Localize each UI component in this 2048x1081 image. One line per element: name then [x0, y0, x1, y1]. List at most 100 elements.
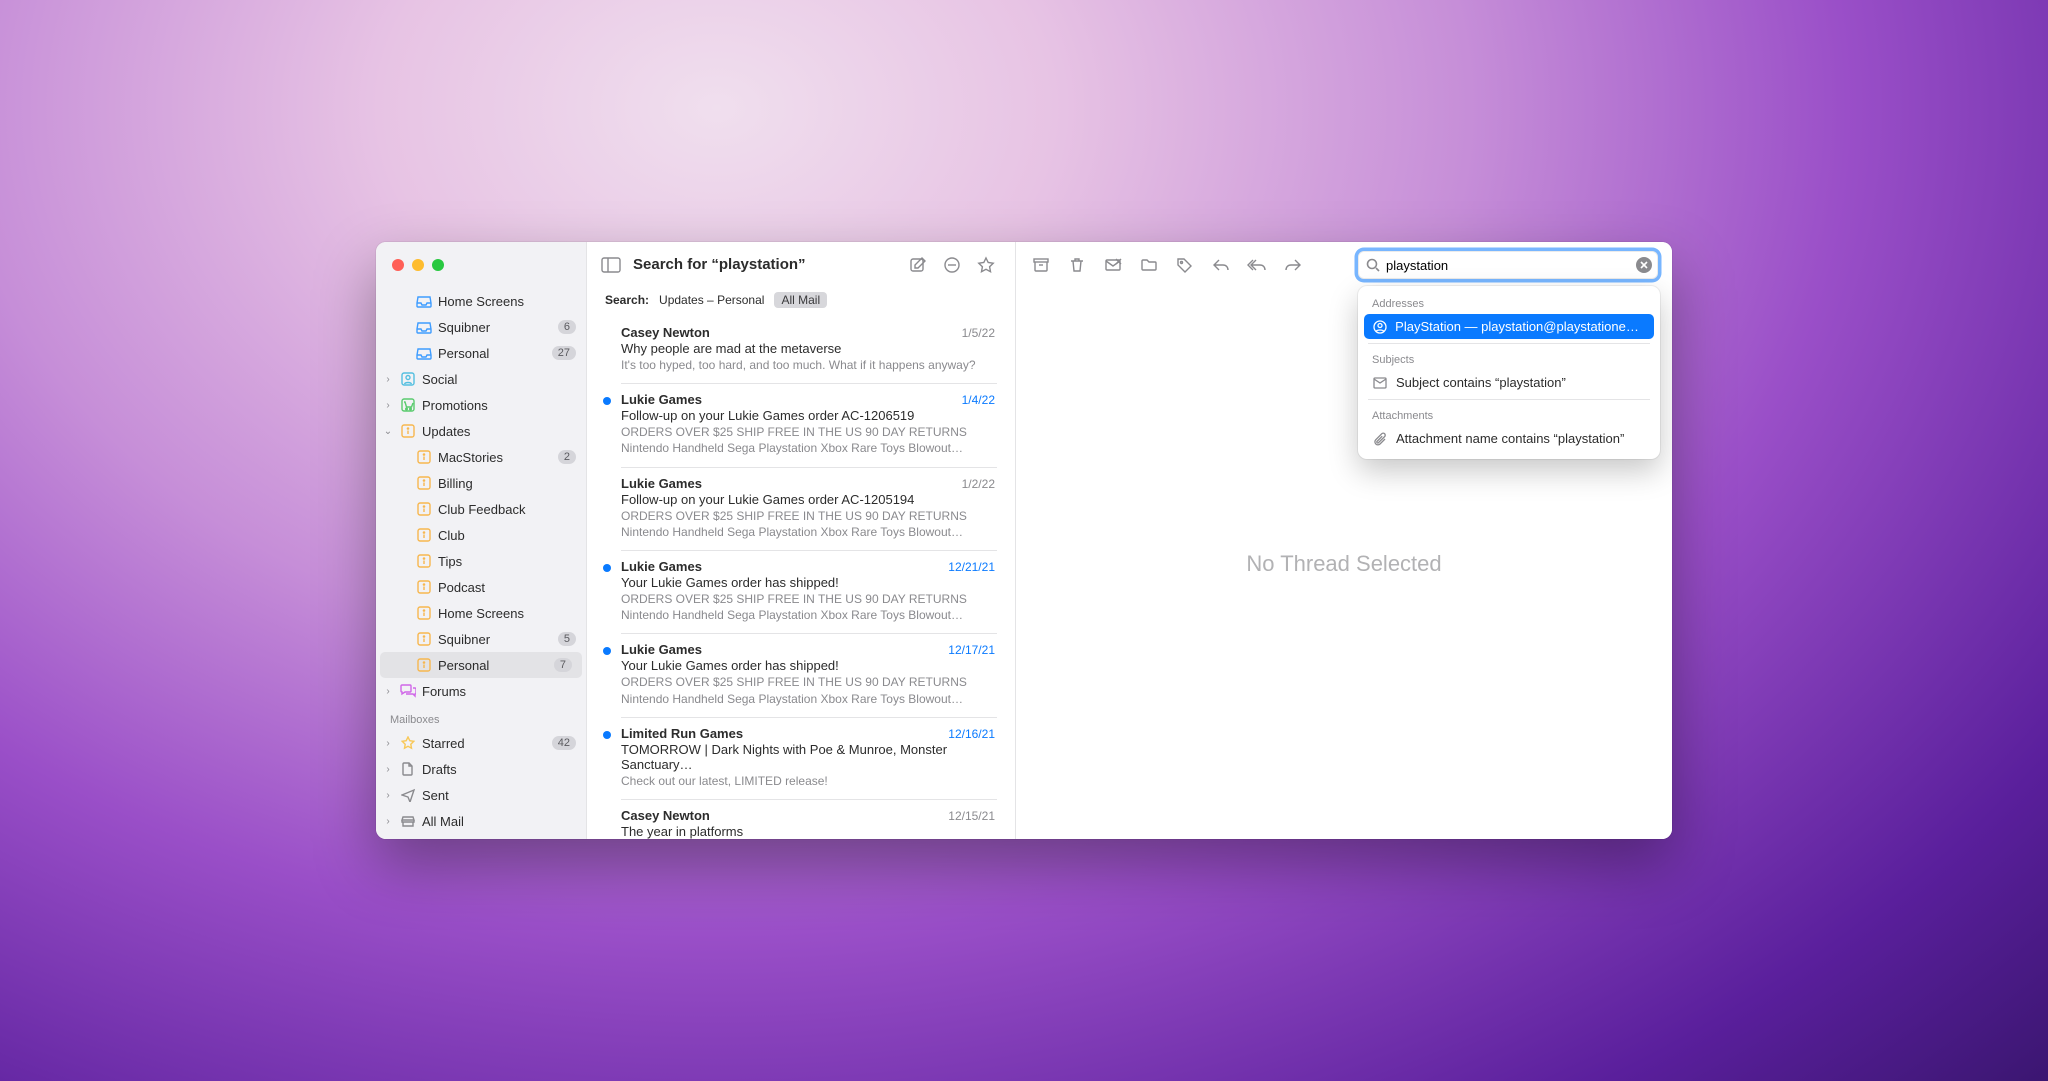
- folder-icon: [400, 787, 416, 803]
- compose-button[interactable]: [907, 254, 929, 276]
- message-subject: TOMORROW | Dark Nights with Poe & Munroe…: [621, 742, 995, 772]
- message-row[interactable]: Lukie Games12/21/21Your Lukie Games orde…: [587, 550, 1015, 633]
- minimize-window-button[interactable]: [412, 259, 424, 271]
- sidebar-item-updates-personal[interactable]: Personal7: [380, 652, 582, 678]
- sidebar-item-squibner[interactable]: Squibner6: [376, 314, 586, 340]
- message-row[interactable]: Lukie Games1/4/22Follow-up on your Lukie…: [587, 383, 1015, 466]
- sidebar-item-label: Personal: [438, 658, 548, 673]
- sidebar-item-updates[interactable]: ⌄Updates: [376, 418, 586, 444]
- sidebar-item-promotions[interactable]: ›Promotions: [376, 392, 586, 418]
- message-preview: ORDERS OVER $25 SHIP FREE IN THE US 90 D…: [621, 508, 995, 540]
- list-header: Search for “playstation”: [587, 242, 1015, 288]
- message-sender: Casey Newton: [621, 325, 962, 340]
- search-input[interactable]: [1358, 251, 1658, 279]
- zoom-window-button[interactable]: [432, 259, 444, 271]
- folder-icon: [416, 657, 432, 673]
- message-list-pane: Search for “playstation” Search: Updates…: [586, 242, 1016, 839]
- sidebar-item-forums[interactable]: ›Forums: [376, 678, 586, 704]
- sidebar-item-drafts[interactable]: ›Drafts: [376, 756, 586, 782]
- message-row[interactable]: Lukie Games12/17/21Your Lukie Games orde…: [587, 633, 1015, 716]
- scope-updates-personal[interactable]: Updates – Personal: [659, 293, 764, 307]
- reply-button[interactable]: [1210, 254, 1232, 276]
- message-row[interactable]: Lukie Games1/2/22Follow-up on your Lukie…: [587, 467, 1015, 550]
- sidebar-item-sent[interactable]: ›Sent: [376, 782, 586, 808]
- forward-button[interactable]: [1282, 254, 1304, 276]
- sidebar-item-label: Home Screens: [438, 606, 576, 621]
- sidebar-item-label: Club: [438, 528, 576, 543]
- message-date: 1/4/22: [962, 393, 995, 407]
- disclosure-icon: ›: [382, 764, 394, 775]
- sidebar-item-label: Tips: [438, 554, 576, 569]
- sidebar-item-all-mail[interactable]: ›All Mail: [376, 808, 586, 834]
- archive-button[interactable]: [1030, 254, 1052, 276]
- unread-badge: 2: [558, 450, 576, 464]
- folder-icon: [416, 553, 432, 569]
- sidebar-item-label: Starred: [422, 736, 546, 751]
- folder-icon: [416, 449, 432, 465]
- message-row[interactable]: Limited Run Games12/16/21TOMORROW | Dark…: [587, 717, 1015, 799]
- suggestion-attachment-contains[interactable]: Attachment name contains “playstation”: [1364, 426, 1654, 451]
- sidebar-item-label: Squibner: [438, 632, 552, 647]
- folder-icon: [400, 423, 416, 439]
- mail-window: Home ScreensSquibner6Personal27›Social›P…: [376, 242, 1672, 839]
- search-scope-bar: Search: Updates – Personal All Mail: [587, 288, 1015, 316]
- unread-badge: 5: [558, 632, 576, 646]
- toggle-sidebar-button[interactable]: [601, 257, 621, 273]
- sidebar-item-updates-home-screens[interactable]: Home Screens: [376, 600, 586, 626]
- mute-button[interactable]: [941, 254, 963, 276]
- sidebar-item-social[interactable]: ›Social: [376, 366, 586, 392]
- close-window-button[interactable]: [392, 259, 404, 271]
- disclosure-icon: ⌄: [382, 426, 394, 437]
- sidebar-item-label: Squibner: [438, 320, 552, 335]
- search-icon: [1366, 258, 1380, 272]
- unread-badge: 27: [552, 346, 576, 360]
- sidebar-item-label: Home Screens: [438, 294, 576, 309]
- sidebar-item-updates-tips[interactable]: Tips: [376, 548, 586, 574]
- reply-all-button[interactable]: [1246, 254, 1268, 276]
- sidebar-item-personal[interactable]: Personal27: [376, 340, 586, 366]
- message-date: 12/15/21: [948, 809, 995, 823]
- sidebar-item-updates-squibner[interactable]: Squibner 5: [376, 626, 586, 652]
- folder-icon: [416, 319, 432, 335]
- sidebar-item-updates-club-feedback[interactable]: Club Feedback: [376, 496, 586, 522]
- message-row[interactable]: Casey Newton12/15/21The year in platform…: [587, 799, 1015, 839]
- sidebar: Home ScreensSquibner6Personal27›Social›P…: [376, 242, 586, 839]
- thread-toolbar: [1016, 242, 1672, 288]
- unread-dot-icon: [603, 397, 611, 405]
- sidebar-item-starred[interactable]: ›Starred42: [376, 730, 586, 756]
- unread-dot-icon: [603, 647, 611, 655]
- clear-search-button[interactable]: [1636, 257, 1652, 273]
- message-row[interactable]: Casey Newton1/5/22Why people are mad at …: [587, 316, 1015, 383]
- sidebar-item-updates-macstories[interactable]: MacStories2: [376, 444, 586, 470]
- flag-button[interactable]: [975, 254, 997, 276]
- search-suggestions-popover: Addresses PlayStation — playstation@play…: [1358, 286, 1660, 459]
- message-preview: ORDERS OVER $25 SHIP FREE IN THE US 90 D…: [621, 591, 995, 623]
- junk-button[interactable]: [1102, 254, 1124, 276]
- message-subject: Your Lukie Games order has shipped!: [621, 658, 995, 673]
- sidebar-item-updates-billing[interactable]: Billing: [376, 470, 586, 496]
- message-preview: It's too hyped, too hard, and too much. …: [621, 357, 995, 373]
- message-subject: The year in platforms: [621, 824, 995, 839]
- sidebar-item-home-screens[interactable]: Home Screens: [376, 288, 586, 314]
- sidebar-item-updates-club[interactable]: Club: [376, 522, 586, 548]
- folder-icon: [400, 735, 416, 751]
- message-date: 12/17/21: [948, 643, 995, 657]
- message-sender: Lukie Games: [621, 642, 948, 657]
- folder-icon: [416, 475, 432, 491]
- thread-pane: No Thread Selected Addresses PlayStation…: [1016, 242, 1672, 839]
- folder-icon: [400, 813, 416, 829]
- suggestion-subject-contains[interactable]: Subject contains “playstation”: [1364, 370, 1654, 395]
- move-button[interactable]: [1138, 254, 1160, 276]
- tag-button[interactable]: [1174, 254, 1196, 276]
- trash-button[interactable]: [1066, 254, 1088, 276]
- disclosure-icon: ›: [382, 816, 394, 827]
- folder-icon: [416, 605, 432, 621]
- mailboxes-header: Mailboxes: [376, 704, 586, 730]
- sidebar-item-updates-podcast[interactable]: Podcast: [376, 574, 586, 600]
- message-preview: ORDERS OVER $25 SHIP FREE IN THE US 90 D…: [621, 674, 995, 706]
- unread-badge: 42: [552, 736, 576, 750]
- disclosure-icon: ›: [382, 400, 394, 411]
- scope-all-mail[interactable]: All Mail: [774, 292, 827, 308]
- sidebar-item-label: Podcast: [438, 580, 576, 595]
- suggestion-address-playstation[interactable]: PlayStation — playstation@playstationema…: [1364, 314, 1654, 339]
